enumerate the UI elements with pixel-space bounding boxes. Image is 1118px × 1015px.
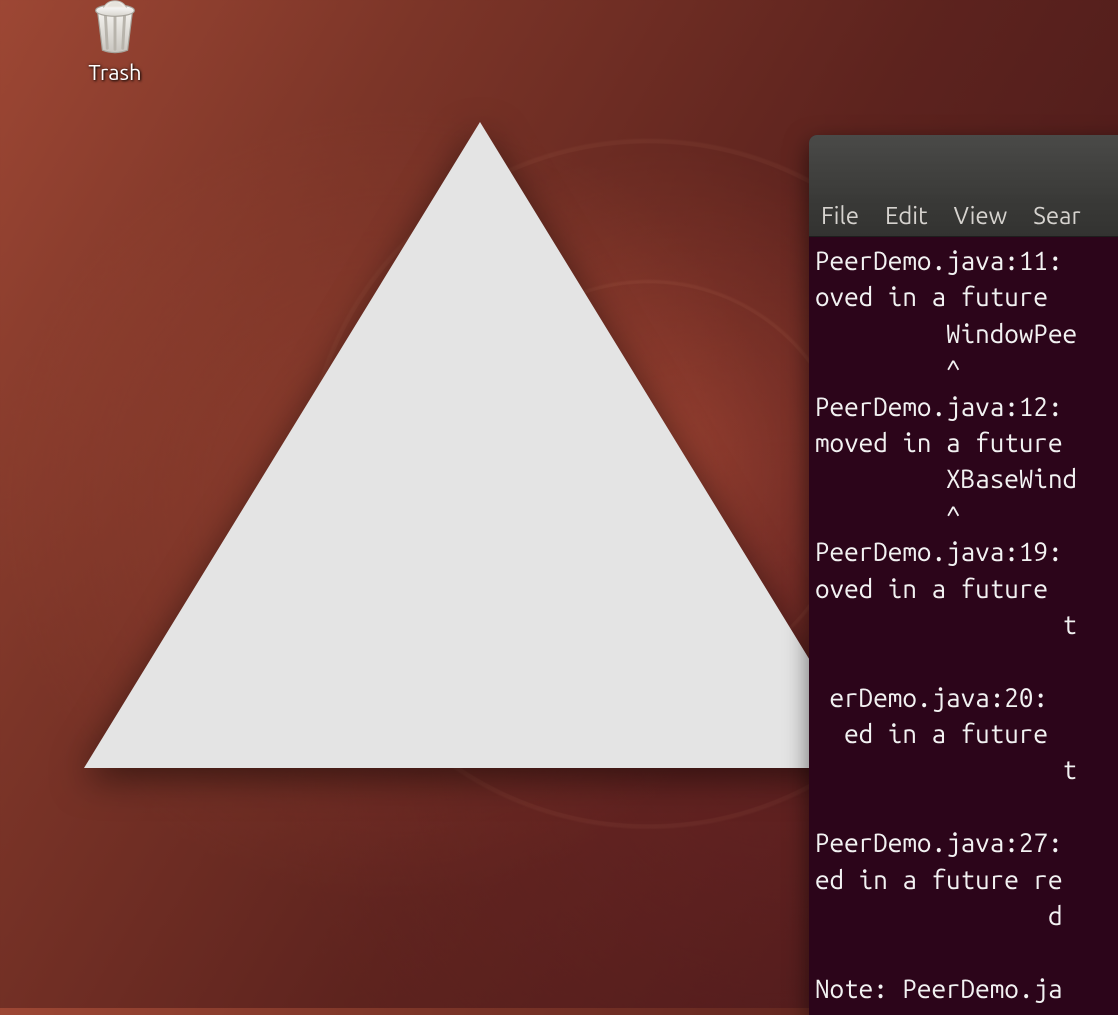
terminal-output[interactable]: PeerDemo.java:11: oved in a future Windo… [809,237,1118,1011]
trash-icon [84,0,146,56]
triangle-shape [84,122,876,768]
terminal-titlebar[interactable] [809,135,1118,195]
menu-view[interactable]: View [954,202,1008,229]
terminal-menubar: File Edit View Sear [809,195,1118,237]
menu-search[interactable]: Sear [1033,202,1080,229]
terminal-window[interactable]: File Edit View Sear PeerDemo.java:11: ov… [809,135,1118,1015]
triangle-shaped-window[interactable] [80,118,880,778]
menu-edit[interactable]: Edit [885,202,928,229]
desktop-trash-label: Trash [88,60,141,85]
menu-file[interactable]: File [821,202,859,229]
desktop-trash[interactable]: Trash [70,0,160,85]
